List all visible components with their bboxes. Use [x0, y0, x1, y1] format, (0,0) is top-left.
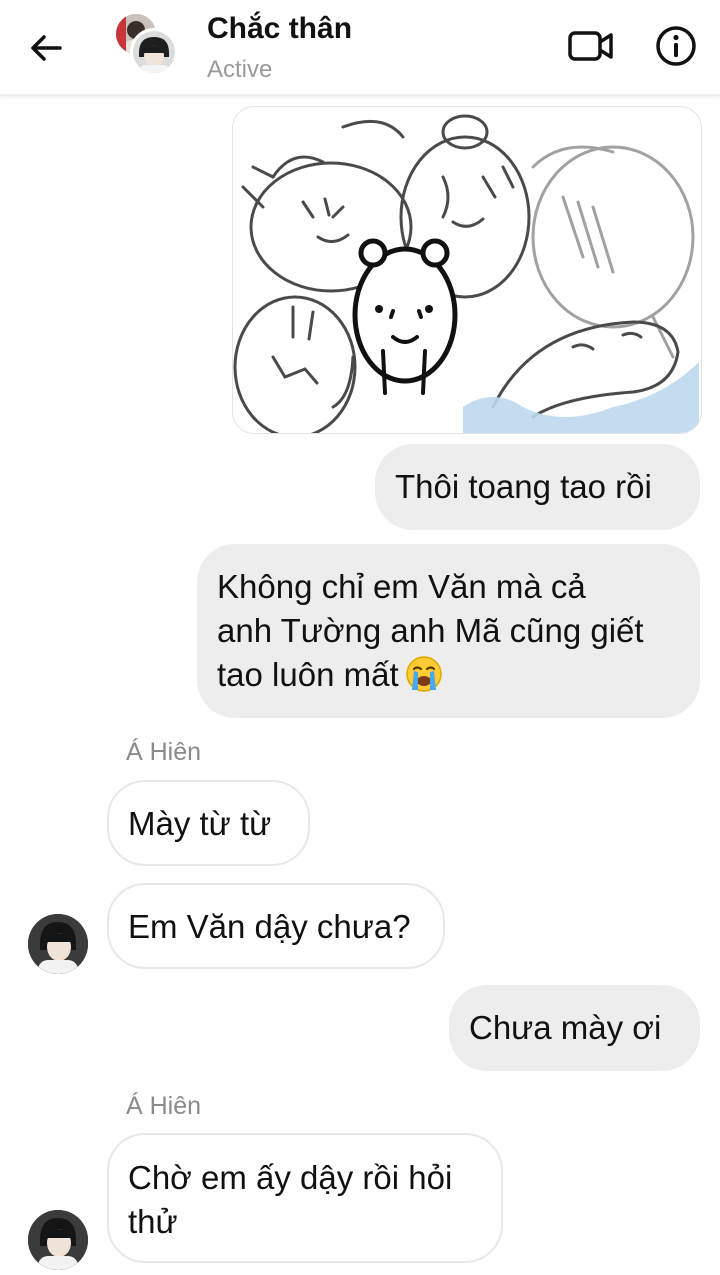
info-button[interactable]: [654, 24, 698, 68]
active-status: Active: [207, 56, 273, 83]
sender-avatar[interactable]: [28, 1210, 88, 1270]
message-line-with-emoji: tao luôn mất: [217, 653, 680, 697]
member-avatar-front: [130, 28, 178, 76]
chat-screen: Chắc thân Active Thôi toang tao rồi Khôn…: [0, 0, 720, 1275]
message-line: tao luôn mất: [217, 656, 399, 693]
info-circle-icon: [656, 26, 696, 66]
message-line: Không chỉ em Văn mà cả: [217, 568, 586, 605]
arrow-left-icon: [31, 35, 62, 61]
sender-name: Á Hiên: [126, 1092, 202, 1120]
message-bubble-incoming[interactable]: Chờ em ấy dậy rồi hỏi thử: [107, 1133, 503, 1263]
message-bubble-incoming[interactable]: Em Văn dậy chưa?: [107, 883, 445, 969]
video-camera-icon: [568, 31, 613, 61]
message-bubble-incoming[interactable]: Mày từ từ: [107, 780, 310, 866]
message-bubble-outgoing[interactable]: Không chỉ em Văn mà cả anh Tường anh Mã …: [197, 544, 700, 718]
chat-header: Chắc thân Active: [0, 0, 720, 96]
sender-name: Á Hiên: [126, 738, 202, 766]
loudly-crying-face-icon: [405, 656, 442, 692]
message-line: Chờ em ấy dậy rồi hỏi: [128, 1159, 453, 1196]
message-bubble-outgoing[interactable]: Chưa mày ơi: [449, 985, 700, 1071]
back-button[interactable]: [26, 28, 66, 68]
chat-title[interactable]: Chắc thân: [207, 12, 352, 46]
message-line: anh Tường anh Mã cũng giết: [217, 612, 644, 649]
video-call-button[interactable]: [566, 24, 616, 68]
hamster-sticker: [233, 114, 699, 433]
message-bubble-outgoing[interactable]: Thôi toang tao rồi: [375, 444, 700, 530]
sticker-message[interactable]: [232, 106, 702, 434]
group-avatar[interactable]: [116, 14, 178, 76]
message-line: thử: [128, 1203, 178, 1240]
sender-avatar[interactable]: [28, 914, 88, 974]
